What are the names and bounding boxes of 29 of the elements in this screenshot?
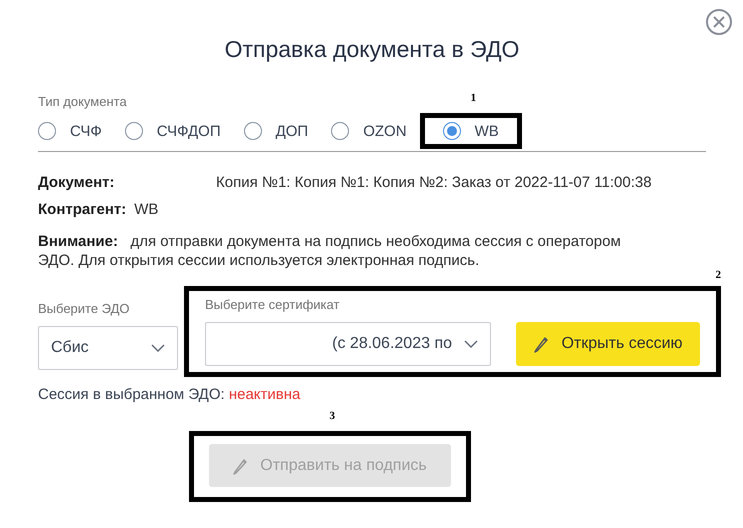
radio-option[interactable]: OZON	[331, 122, 407, 140]
field-label: Выберите сертификат	[205, 297, 340, 312]
certificate-select[interactable]: (с 28.06.2023 по	[205, 322, 491, 366]
callout-number: 1	[470, 92, 476, 104]
close-icon[interactable]	[705, 8, 733, 36]
radio-circle-icon[interactable]	[244, 122, 262, 140]
open-session-button[interactable]: Открыть сессию	[516, 322, 700, 366]
field-label: Документ:	[38, 174, 116, 191]
document-name: Копия №1: Копия №1: Копия №2: Заказ от 2022-11-07 11:00:38	[216, 174, 652, 191]
counterparty-name: WB	[134, 201, 158, 218]
session-status-text: Сессия в выбранном ЭДО: неактивна	[38, 386, 302, 403]
pencil-icon	[533, 335, 550, 353]
field-label: Контрагент:	[38, 201, 126, 218]
field-label: Тип документа	[38, 94, 127, 109]
pencil-icon	[232, 456, 248, 474]
field-label: Выберите ЭДО	[38, 301, 130, 316]
radio-circle-icon[interactable]	[38, 122, 56, 140]
chevron-down-icon	[464, 340, 478, 348]
chevron-down-icon	[151, 344, 165, 352]
radio-circle-icon[interactable]	[124, 122, 143, 140]
radio-option[interactable]: СЧФ	[38, 122, 102, 140]
callout-number: 2	[716, 269, 721, 281]
radio-circle-icon[interactable]	[331, 122, 350, 140]
radio-circle-icon[interactable]	[442, 122, 461, 140]
edo-select[interactable]: Сбис	[38, 326, 178, 370]
callout-number: 3	[330, 410, 335, 422]
notice-text: Внимание: для отправки документа на подпись необходима сессия с оператором ЭДО. Для открытия сессии используется электронная подпись.	[38, 232, 622, 270]
radio-option[interactable]: ДОП	[244, 122, 308, 140]
radio-option[interactable]: СЧФДОП	[124, 122, 221, 140]
